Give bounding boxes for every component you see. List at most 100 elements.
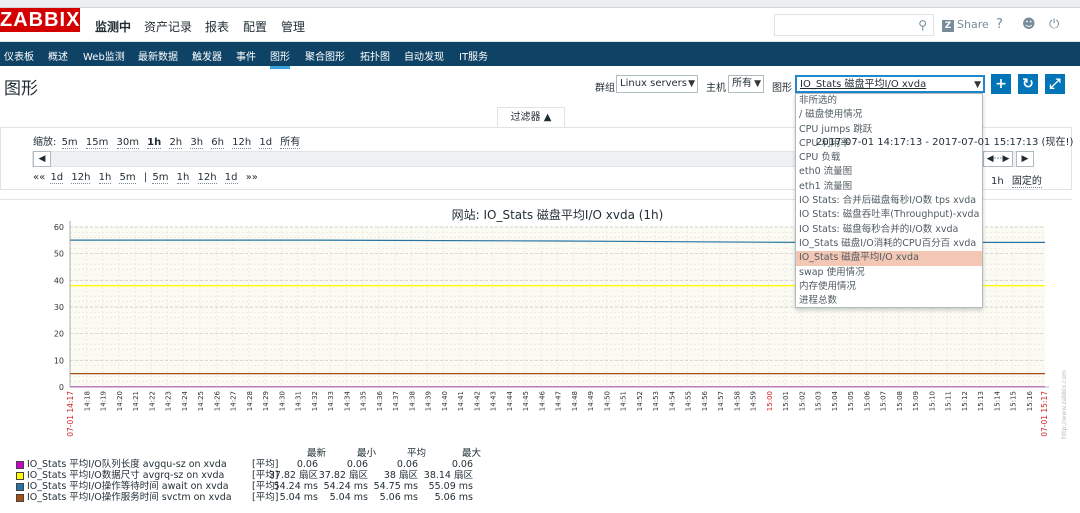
graph-option[interactable]: IO Stats: 合并后磁盘每秒I/O数 tps xvda — [796, 194, 982, 208]
subnav-graphs[interactable]: 图形 — [270, 48, 290, 69]
x-tick-label: 14:45 — [522, 391, 530, 411]
host-select[interactable]: 所有 ▼ — [728, 75, 764, 93]
graph-legend: 最新 最小 平均 最大 IO_Stats 平均I/O队列长度 avgqu-sz on x… — [16, 448, 481, 503]
x-tick-label: 14:20 — [116, 391, 124, 411]
subnav-dashboard[interactable]: 仪表板 — [4, 48, 34, 63]
power-icon[interactable]: ⏻ — [1049, 17, 1059, 32]
x-tick-label: 14:46 — [538, 390, 546, 411]
zoom-30m[interactable]: 30m — [116, 137, 139, 149]
nav-fwd-12h[interactable]: 12h — [197, 172, 217, 184]
x-tick-label: 14:19 — [100, 391, 108, 411]
y-tick-label: 0 — [59, 383, 64, 392]
x-tick-label: 14:30 — [278, 391, 286, 411]
nav-back-1d[interactable]: 1d — [50, 172, 64, 184]
chevron-down-icon: ▼ — [754, 79, 761, 89]
graph-option[interactable]: IO Stats: 磁盘吞吐率(Throughput)-xvda — [796, 208, 982, 222]
group-label: 群组 — [595, 83, 615, 94]
nav-back-start[interactable]: «« — [33, 172, 45, 183]
subnav-screens[interactable]: 聚合图形 — [305, 48, 345, 63]
graph-option[interactable]: eth1 流量图 — [796, 180, 982, 194]
refresh-icon[interactable]: ↻ — [1018, 74, 1038, 94]
user-icon[interactable]: ☻ — [1022, 17, 1036, 32]
y-tick-label: 40 — [54, 276, 64, 285]
help-icon[interactable]: ? — [996, 17, 1003, 32]
nav-back-1h[interactable]: 1h — [98, 172, 112, 184]
x-tick-label: 15:15 — [1010, 391, 1018, 411]
nav-back-12h[interactable]: 12h — [71, 172, 91, 184]
nav-inventory[interactable]: 资产记录 — [144, 18, 192, 35]
legend-value-max: 5.06 ms — [434, 492, 473, 503]
fullscreen-icon[interactable]: ⤢ — [1045, 74, 1065, 94]
subnav-web[interactable]: Web监测 — [83, 48, 125, 63]
subnav-overview[interactable]: 概述 — [48, 48, 68, 63]
graph-option[interactable]: / 磁盘使用情况 — [796, 108, 982, 122]
graph-option[interactable]: swap 使用情况 — [796, 266, 982, 280]
zoom-row: 缩放: 5m 15m 30m 1h 2h 3h 6h 12h 1d 所有 — [33, 133, 305, 149]
x-tick-label: 14:37 — [392, 391, 400, 411]
graph-select[interactable]: IO_Stats 磁盘平均I/O xvda ▼ — [795, 75, 985, 93]
graph-option[interactable]: 进程总数 — [796, 294, 982, 308]
x-tick-label: 15:03 — [815, 391, 823, 411]
subnav-maps[interactable]: 拓扑图 — [360, 48, 390, 63]
y-tick-label: 30 — [54, 303, 64, 312]
nav-administration[interactable]: 管理 — [281, 18, 305, 35]
x-tick-label: 14:35 — [360, 391, 368, 411]
scroll-handle[interactable]: ◀⋯▶ — [983, 151, 1013, 167]
nav-fwd-1d[interactable]: 1d — [224, 172, 238, 184]
zoom-2h[interactable]: 2h — [169, 137, 183, 149]
graph-option[interactable]: IO Stats: 磁盘每秒合并的I/O数 xvda — [796, 223, 982, 237]
graph-option[interactable]: CPU 负载 — [796, 151, 982, 165]
legend-value-max: 38.14 扇区 — [423, 470, 473, 481]
zoom-5m[interactable]: 5m — [61, 137, 78, 149]
group-select[interactable]: Linux servers ▼ — [616, 75, 698, 93]
nav-fwd-end[interactable]: »» — [246, 172, 258, 183]
scroll-left-button[interactable]: ◀ — [33, 151, 51, 167]
subnav-latest-data[interactable]: 最新数据 — [138, 48, 178, 63]
subnav-triggers[interactable]: 触发器 — [192, 48, 222, 63]
zoom-12h[interactable]: 12h — [232, 137, 252, 149]
fixed-toggle[interactable]: 固定的 — [1011, 176, 1042, 188]
zoom-label: 缩放: — [33, 137, 57, 148]
x-tick-label: 14:42 — [473, 391, 481, 411]
add-to-favourites-button[interactable]: + — [991, 74, 1011, 94]
nav-back-5m[interactable]: 5m — [119, 172, 136, 184]
chart-title: 网站: IO_Stats 磁盘平均I/O xvda (1h) — [452, 207, 664, 222]
graph-option[interactable]: 非所选的 — [796, 94, 982, 108]
time-range-text: 2017-07-01 14:17:13 - 2017-07-01 15:17:1… — [816, 137, 1074, 148]
subnav-events[interactable]: 事件 — [236, 48, 256, 63]
x-tick-label: 14:27 — [230, 391, 238, 411]
scroll-right-button[interactable]: ▶ — [1016, 151, 1034, 167]
zoom-all[interactable]: 所有 — [280, 137, 301, 149]
zoom-1d[interactable]: 1d — [259, 137, 273, 149]
legend-item-name: IO_Stats 平均I/O数据尺寸 avgrq-sz on xvda — [27, 470, 225, 481]
zabbix-logo[interactable]: ZABBIX — [0, 8, 80, 32]
search-input[interactable]: ⚲ — [774, 14, 934, 36]
share-button[interactable]: Z Share — [942, 18, 989, 32]
legend-swatch — [16, 460, 24, 469]
zoom-3h[interactable]: 3h — [190, 137, 204, 149]
search-icon[interactable]: ⚲ — [918, 18, 927, 32]
nav-configuration[interactable]: 配置 — [243, 18, 267, 35]
nav-monitoring[interactable]: 监测中 — [95, 18, 132, 45]
graph-option[interactable]: eth0 流量图 — [796, 165, 982, 179]
zoom-6h[interactable]: 6h — [211, 137, 224, 149]
graph-option[interactable]: IO_Stats 磁盘平均I/O xvda — [796, 251, 982, 266]
nav-reports[interactable]: 报表 — [205, 18, 229, 35]
x-tick-label: 14:39 — [425, 391, 433, 411]
x-tick-label: 15:02 — [798, 391, 806, 411]
zoom-15m[interactable]: 15m — [85, 137, 109, 149]
legend-value-avg: 5.06 ms — [379, 492, 418, 503]
y-tick-label: 50 — [54, 250, 64, 259]
nav-fwd-5m[interactable]: 5m — [152, 172, 169, 184]
filter-toggle-tab[interactable]: 过滤器 ▲ — [497, 107, 565, 128]
legend-row: IO_Stats 平均I/O操作服务时间 svctm on xvda [平均] 5.… — [16, 492, 473, 503]
zoom-1h[interactable]: 1h — [147, 137, 162, 149]
x-tick-label: 14:48 — [571, 391, 579, 411]
x-tick-label: 15:16 — [1026, 390, 1034, 411]
graph-option[interactable]: 内存使用情况 — [796, 280, 982, 294]
graph-option[interactable]: IO_Stats 磁盘I/O消耗的CPU百分百 xvda — [796, 237, 982, 251]
nav-fwd-1h[interactable]: 1h — [176, 172, 190, 184]
subnav-it-services[interactable]: IT服务 — [459, 48, 488, 63]
subnav-discovery[interactable]: 自动发现 — [404, 48, 444, 63]
graph-select-dropdown[interactable]: 非所选的 / 磁盘使用情况 CPU jumps 跳跃 CPU 利用率 CPU 负载 eth… — [795, 93, 983, 308]
